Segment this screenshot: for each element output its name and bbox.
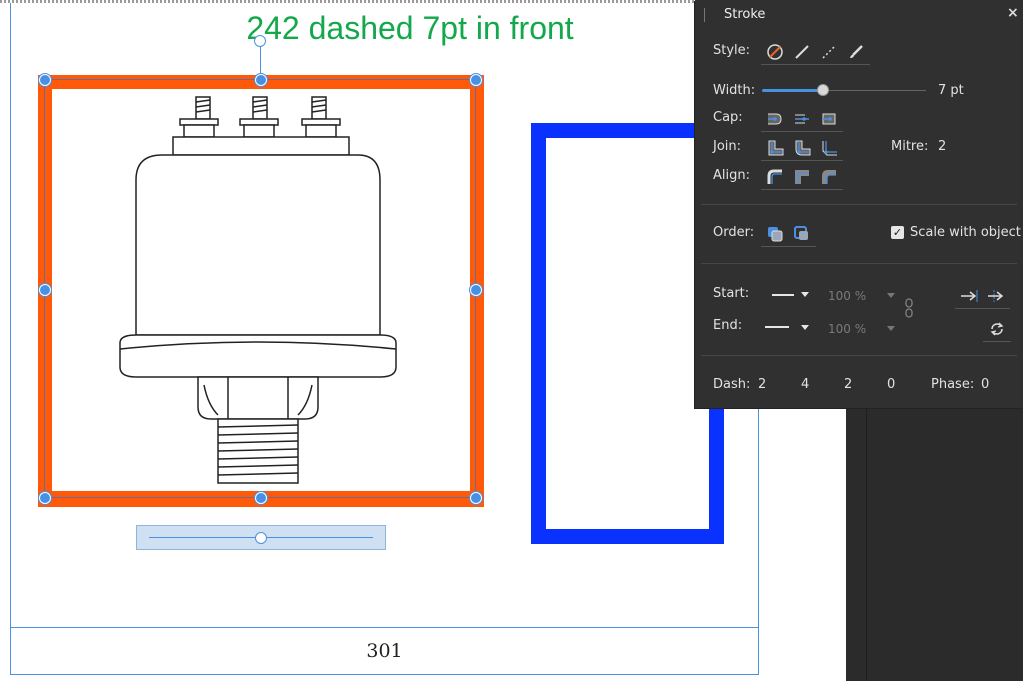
start-scale-value[interactable]: 100 % [828,289,866,303]
align-outside-icon[interactable] [817,167,841,187]
dash-value-2[interactable]: 4 [801,377,809,392]
start-arrowhead-dropdown-arrow[interactable] [801,292,809,297]
width-label: Width: [713,83,756,98]
page-number: 301 [366,640,403,662]
align-center-icon[interactable] [790,167,814,187]
align-label: Align: [713,168,750,183]
end-arrowhead-dropdown-arrow[interactable] [801,325,809,330]
round-cap-icon[interactable] [790,109,814,129]
width-slider-fill [762,89,823,92]
arrow-inside-icon[interactable] [957,286,981,306]
divider-2 [701,263,1017,264]
bevel-join-icon[interactable] [817,138,841,158]
width-value[interactable]: 7 pt [938,83,964,98]
join-icon-group [761,136,843,161]
link-scale-icon[interactable] [904,298,914,318]
mitre-label: Mitre: [891,139,929,154]
page-edge-left [10,3,11,675]
join-label: Join: [713,139,742,154]
start-label: Start: [713,286,750,301]
phase-value[interactable]: 0 [981,377,989,392]
scale-with-object-checkbox[interactable]: ✓ [891,226,904,239]
rotation-stem [260,44,261,76]
order-label: Order: [713,225,755,240]
image-zoom-slider[interactable] [136,525,386,550]
rotation-handle[interactable] [254,35,266,47]
align-icon-group [761,165,843,190]
panel-seam [866,408,867,681]
end-scale-value[interactable]: 100 % [828,322,866,336]
panel-title: Stroke [724,7,766,22]
divider-1 [701,204,1017,205]
stroke-in-front-icon[interactable] [790,224,814,244]
scale-with-object-label[interactable]: Scale with object [910,225,1021,240]
dashed-line-icon[interactable] [817,42,841,62]
arrow-placement-group [955,284,1010,309]
square-cap-icon[interactable] [817,109,841,129]
no-stroke-icon[interactable] [763,42,787,62]
end-scale-dropdown-arrow[interactable] [887,326,895,331]
brush-icon[interactable] [844,42,868,62]
style-label: Style: [713,43,751,58]
round-join-icon[interactable] [790,138,814,158]
order-icon-group [761,222,816,247]
resize-handle-e[interactable] [470,284,482,296]
dash-value-1[interactable]: 2 [758,377,766,392]
resize-handle-nw[interactable] [39,74,51,86]
butt-cap-icon[interactable] [763,109,787,129]
end-label: End: [713,318,743,333]
align-inside-icon[interactable] [763,167,787,187]
mitre-value[interactable]: 2 [938,139,946,154]
page-footer: 301 [10,627,759,675]
panel-grip[interactable] [704,8,705,22]
end-arrowhead-preview[interactable] [765,326,789,328]
stroke-panel: Stroke × Style: Width: 7 pt Cap: Join: M… [695,0,1023,408]
divider-3 [701,355,1017,356]
dash-value-3[interactable]: 2 [844,377,852,392]
phase-label: Phase: [931,377,975,392]
style-icon-group [761,40,870,65]
cap-label: Cap: [713,110,743,125]
selection-outline [44,79,476,498]
close-panel-button[interactable]: × [1007,5,1019,21]
resize-handle-sw[interactable] [39,492,51,504]
dash-value-4[interactable]: 0 [887,377,895,392]
mitre-join-icon[interactable] [763,138,787,158]
arrow-outside-icon[interactable] [984,286,1008,306]
zoom-slider-knob[interactable] [255,532,267,544]
resize-handle-ne[interactable] [470,74,482,86]
solid-line-icon[interactable] [790,42,814,62]
resize-handle-w[interactable] [39,284,51,296]
canvas-title-text[interactable]: 242 dashed 7pt in front [160,10,660,47]
dash-label: Dash: [713,377,751,392]
resize-handle-s[interactable] [255,492,267,504]
cap-icon-group [761,107,843,132]
start-scale-dropdown-arrow[interactable] [887,293,895,298]
swap-arrowheads-icon[interactable] [985,319,1009,339]
resize-handle-n[interactable] [255,74,267,86]
resize-handle-se[interactable] [470,492,482,504]
stroke-behind-icon[interactable] [763,224,787,244]
start-arrowhead-preview[interactable] [772,294,794,296]
width-slider-knob[interactable] [816,84,829,96]
swap-arrowheads-group [983,317,1011,342]
